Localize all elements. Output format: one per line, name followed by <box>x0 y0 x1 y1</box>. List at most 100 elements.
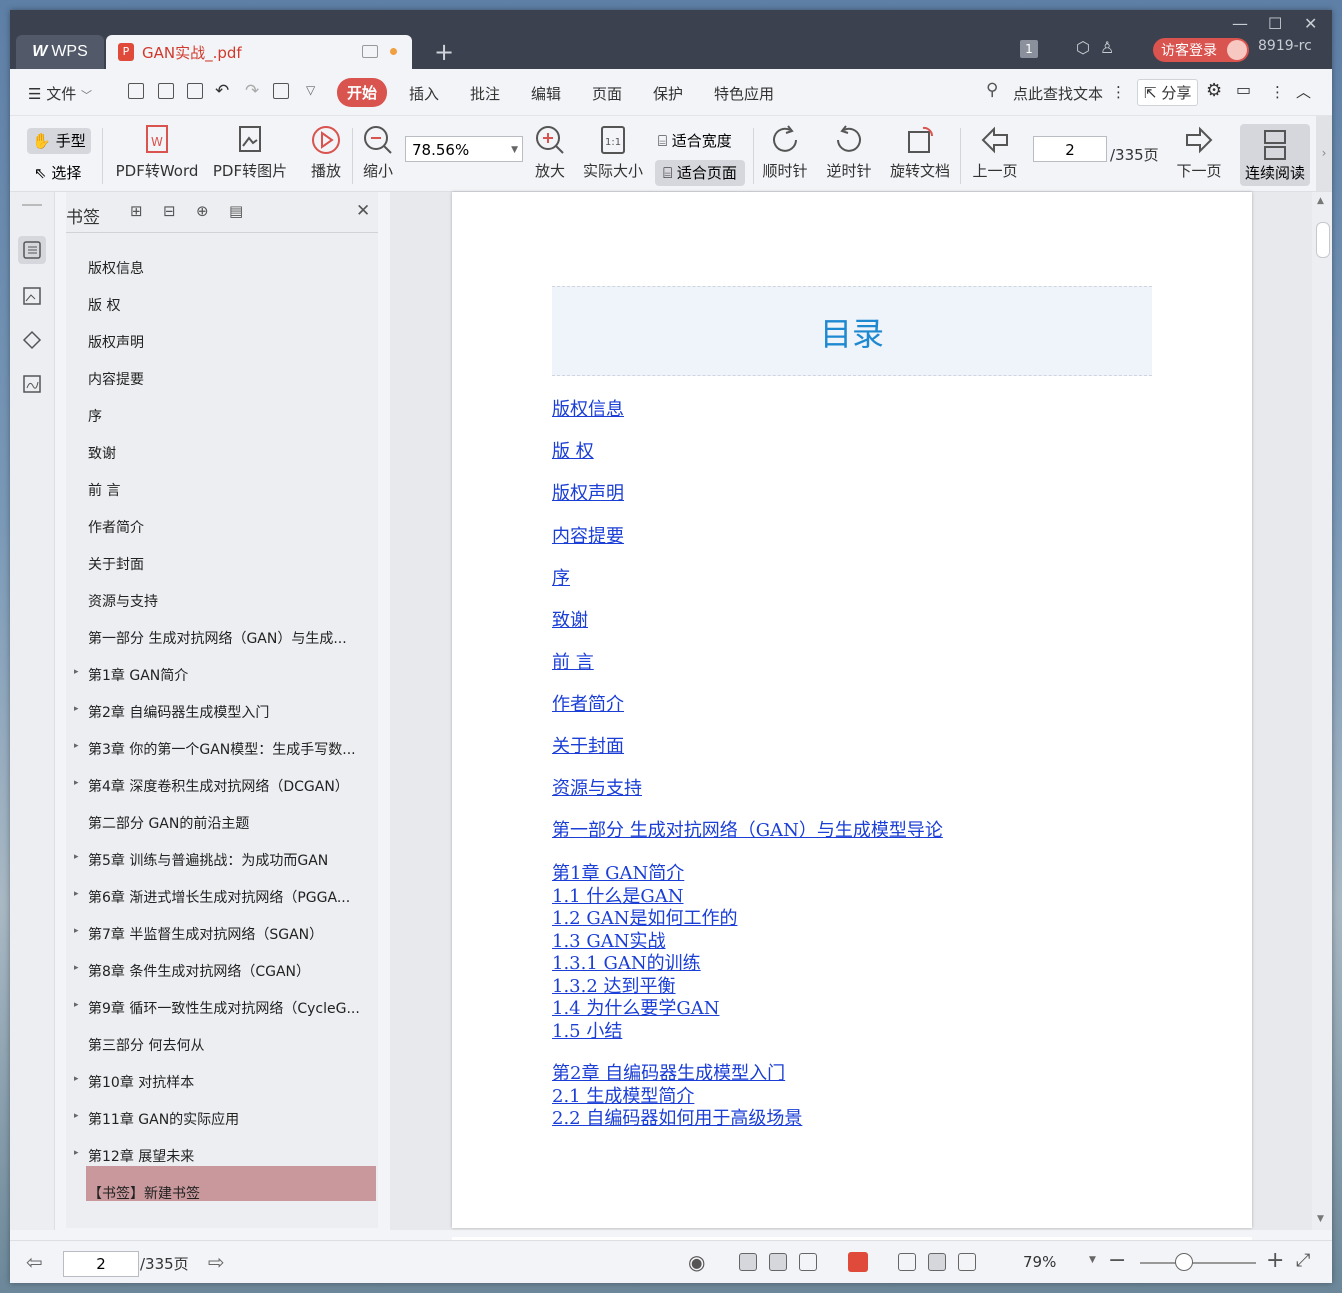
expand-arrow-icon[interactable]: ▸ <box>74 963 79 973</box>
bookmark-item[interactable]: 第4章 深度卷积生成对抗网络（DCGAN） <box>88 776 378 796</box>
open-icon[interactable] <box>128 83 144 99</box>
bookmark-item[interactable]: 作者简介 <box>88 517 378 537</box>
minimize-icon[interactable]: — <box>1232 14 1248 33</box>
scrollbar-thumb[interactable] <box>1316 222 1330 258</box>
more-quick-icon[interactable]: ▽ <box>306 83 315 97</box>
print-icon[interactable] <box>187 83 203 99</box>
next-page-arrow-icon[interactable]: ⇨ <box>208 1250 225 1274</box>
zoom-slider-knob[interactable] <box>1175 1253 1193 1271</box>
close-window-icon[interactable]: ✕ <box>1304 14 1317 33</box>
zoom-dropdown-icon[interactable]: ▼ <box>1089 1255 1096 1265</box>
bookmark-item[interactable]: 版权信息 <box>88 258 378 278</box>
message-icon[interactable]: ▭ <box>1236 80 1251 99</box>
toc-link[interactable]: 版权信息 <box>552 395 624 421</box>
thumbnail-panel-icon[interactable] <box>18 282 46 310</box>
toc-link[interactable]: 关于封面 <box>552 732 624 758</box>
expand-arrow-icon[interactable]: ▸ <box>74 741 79 751</box>
bookmark-item[interactable]: 第1章 GAN简介 <box>88 665 378 685</box>
page-number-input[interactable]: 2 <box>1033 136 1107 162</box>
toc-link[interactable]: 版权声明 <box>552 479 624 505</box>
rotate-counter-button[interactable]: 逆时针 <box>824 124 874 181</box>
toc-link[interactable]: 资源与支持 <box>552 774 642 800</box>
bookmark-item[interactable]: 第一部分 生成对抗网络（GAN）与生成... <box>88 628 378 648</box>
expand-arrow-icon[interactable]: ▸ <box>74 704 79 714</box>
bookmark-item[interactable]: 版 权 <box>88 295 378 315</box>
save-icon[interactable] <box>158 83 174 99</box>
rotate-clockwise-button[interactable]: 顺时针 <box>760 124 810 181</box>
monitor-icon[interactable] <box>362 45 378 58</box>
toc-link[interactable]: 版 权 <box>552 437 594 463</box>
actual-size-button[interactable]: 1:1 实际大小 <box>580 124 646 181</box>
bookmark-item[interactable]: 内容提要 <box>88 369 378 389</box>
login-button[interactable]: 访客登录 <box>1153 38 1249 62</box>
find-text-input[interactable]: 点此查找文本 <box>1013 83 1103 104</box>
actual-size-small-icon[interactable] <box>898 1253 916 1271</box>
menu-protect[interactable]: 保护 <box>653 83 683 104</box>
redo-icon[interactable]: ↷ <box>245 81 259 101</box>
bookmark-item[interactable]: 第三部分 何去何从 <box>88 1035 378 1055</box>
ribbon-scroll-right-icon[interactable]: › <box>1316 116 1332 191</box>
document-tab[interactable]: P GAN实战_.pdf <box>106 35 412 69</box>
menu-start[interactable]: 开始 <box>337 78 388 107</box>
play-slideshow-icon[interactable] <box>848 1252 868 1272</box>
more-options-icon[interactable]: ⋮ <box>1270 83 1285 101</box>
single-page-icon[interactable] <box>769 1253 787 1271</box>
new-tab-button[interactable]: + <box>434 38 454 66</box>
menu-comment[interactable]: 批注 <box>470 83 500 104</box>
bookmark-item[interactable]: 第6章 渐进式增长生成对抗网络（PGGA... <box>88 887 378 907</box>
bookmark-item[interactable]: 第二部分 GAN的前沿主题 <box>88 813 378 833</box>
menu-special[interactable]: 特色应用 <box>714 83 774 104</box>
bookmark-item[interactable]: 资源与支持 <box>88 591 378 611</box>
bookmark-item[interactable]: 第5章 训练与普遍挑战：为成功而GAN <box>88 850 378 870</box>
bookmark-panel-icon[interactable] <box>18 236 46 264</box>
eye-protection-icon[interactable]: ◉ <box>688 1250 705 1274</box>
undo-icon[interactable]: ↶ <box>215 81 229 101</box>
bookmark-item[interactable]: 第9章 循环一致性生成对抗网络（CycleG... <box>88 998 378 1018</box>
pdf-to-word-button[interactable]: W PDF转Word <box>113 124 201 181</box>
export-icon[interactable] <box>273 83 289 99</box>
expand-arrow-icon[interactable]: ▸ <box>74 667 79 677</box>
expand-arrow-icon[interactable]: ▸ <box>74 1148 79 1158</box>
add-bookmark-icon[interactable]: ⊕ <box>196 202 209 220</box>
prev-page-button[interactable]: 上一页 <box>968 124 1022 181</box>
expand-arrow-icon[interactable]: ▸ <box>74 1000 79 1010</box>
toc-link[interactable]: 内容提要 <box>552 522 624 548</box>
status-page-input[interactable]: 2 <box>63 1251 139 1277</box>
zoom-in-button[interactable]: 放大 <box>532 124 568 181</box>
play-button[interactable]: 播放 <box>304 124 348 181</box>
toc-link[interactable]: 1.5 小结 <box>552 1017 622 1043</box>
zoom-out-button[interactable]: 缩小 <box>360 124 396 181</box>
bookmark-options-icon[interactable]: ▤ <box>229 202 243 220</box>
toc-link[interactable]: 前 言 <box>552 648 594 674</box>
bookmark-item[interactable]: 第11章 GAN的实际应用 <box>88 1109 378 1129</box>
annotation-panel-icon[interactable] <box>18 326 46 354</box>
more-vertical-icon[interactable]: ⋮ <box>1111 83 1126 101</box>
continuous-reading-button[interactable]: 连续阅读 <box>1240 124 1310 186</box>
expand-arrow-icon[interactable]: ▸ <box>74 1074 79 1084</box>
bookmark-item[interactable]: 第8章 条件生成对抗网络（CGAN） <box>88 961 378 981</box>
toc-link[interactable]: 序 <box>552 564 570 590</box>
zoom-out-small-icon[interactable]: − <box>1108 1248 1126 1273</box>
collapse-ribbon-icon[interactable]: ︿ <box>1296 81 1311 102</box>
zoom-in-small-icon[interactable]: + <box>1266 1248 1284 1273</box>
toc-link[interactable]: 作者简介 <box>552 690 624 716</box>
next-page-button[interactable]: 下一页 <box>1172 124 1226 181</box>
wps-home-tab[interactable]: W WPS <box>16 35 104 69</box>
scroll-up-icon[interactable]: ▲ <box>1317 196 1324 206</box>
bookmark-item[interactable]: 前 言 <box>88 480 378 500</box>
rotate-document-button[interactable]: 旋转文档 <box>888 124 952 181</box>
menu-insert[interactable]: 插入 <box>409 83 439 104</box>
expand-arrow-icon[interactable]: ▸ <box>74 852 79 862</box>
scroll-down-icon[interactable]: ▼ <box>1317 1214 1324 1224</box>
drag-handle-icon[interactable] <box>22 204 42 206</box>
expand-arrow-icon[interactable]: ▸ <box>74 778 79 788</box>
bookmark-item[interactable]: 【书签】新建书签 <box>88 1183 378 1203</box>
shirt-icon[interactable]: ♙ <box>1100 38 1114 57</box>
zoom-slider-track[interactable] <box>1140 1262 1256 1264</box>
zoom-select[interactable]: 78.56% ▼ <box>405 136 523 162</box>
menu-edit[interactable]: 编辑 <box>531 83 561 104</box>
bookmark-item[interactable]: 第12章 展望未来 <box>88 1146 378 1166</box>
expand-arrow-icon[interactable]: ▸ <box>74 926 79 936</box>
prev-page-arrow-icon[interactable]: ⇦ <box>26 1250 43 1274</box>
double-page-icon[interactable] <box>799 1253 817 1271</box>
